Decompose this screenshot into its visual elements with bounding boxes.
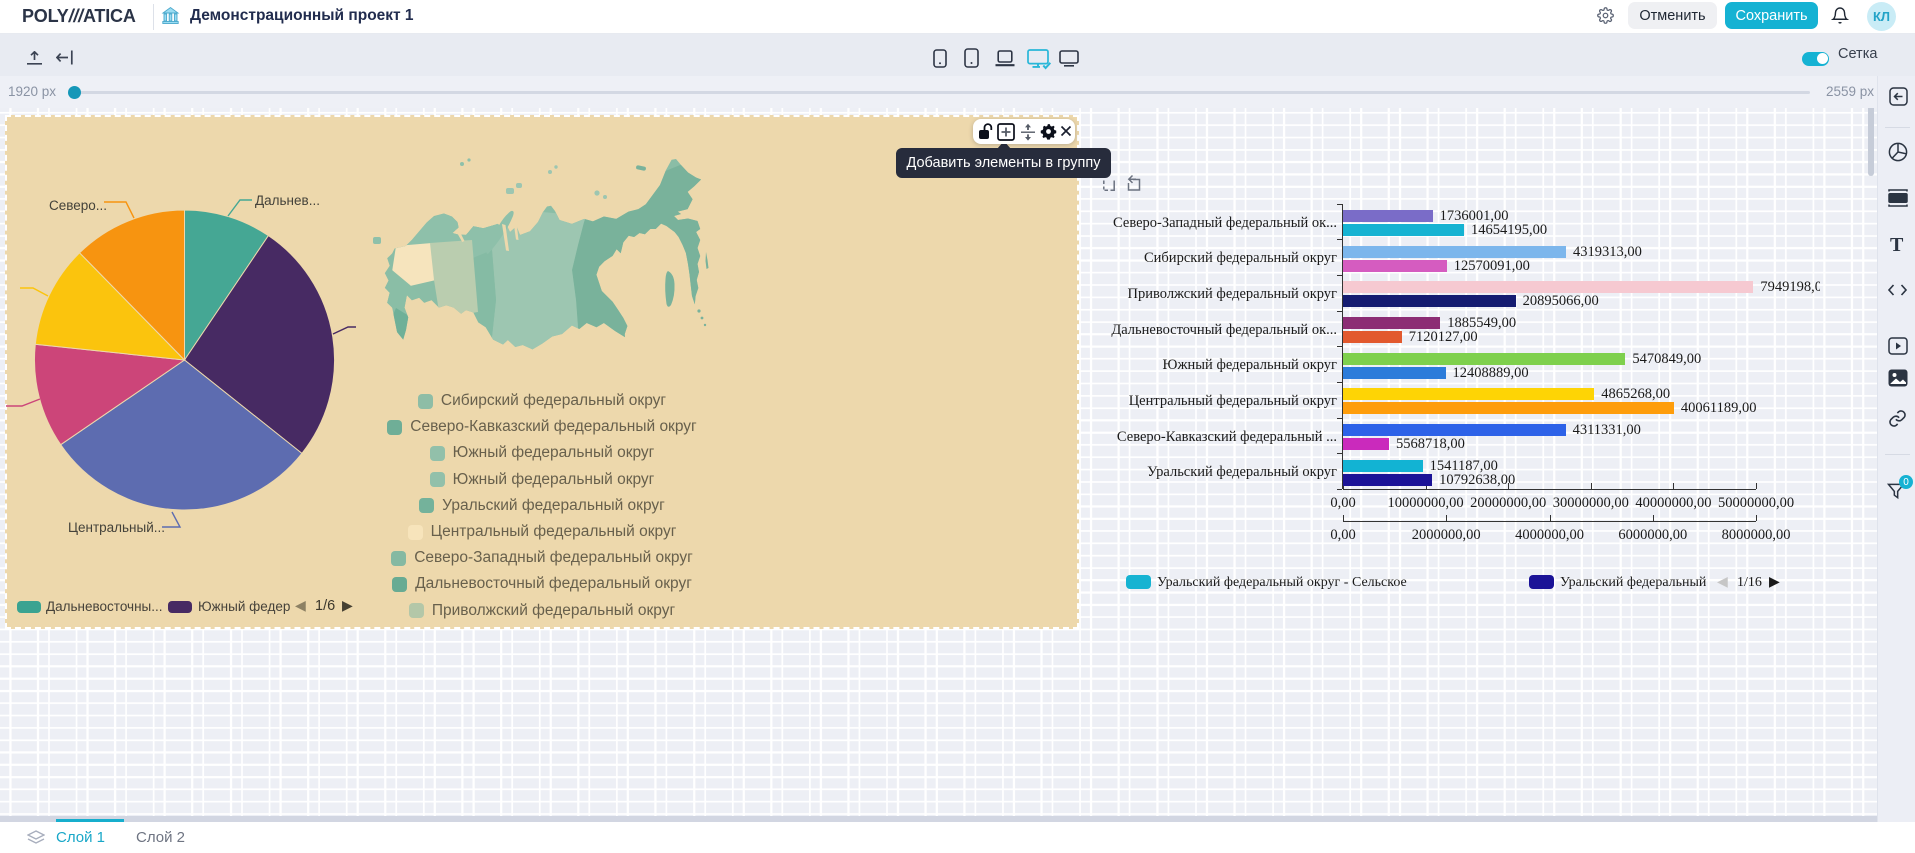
svg-text:SVG: SVG [1892, 196, 1905, 202]
